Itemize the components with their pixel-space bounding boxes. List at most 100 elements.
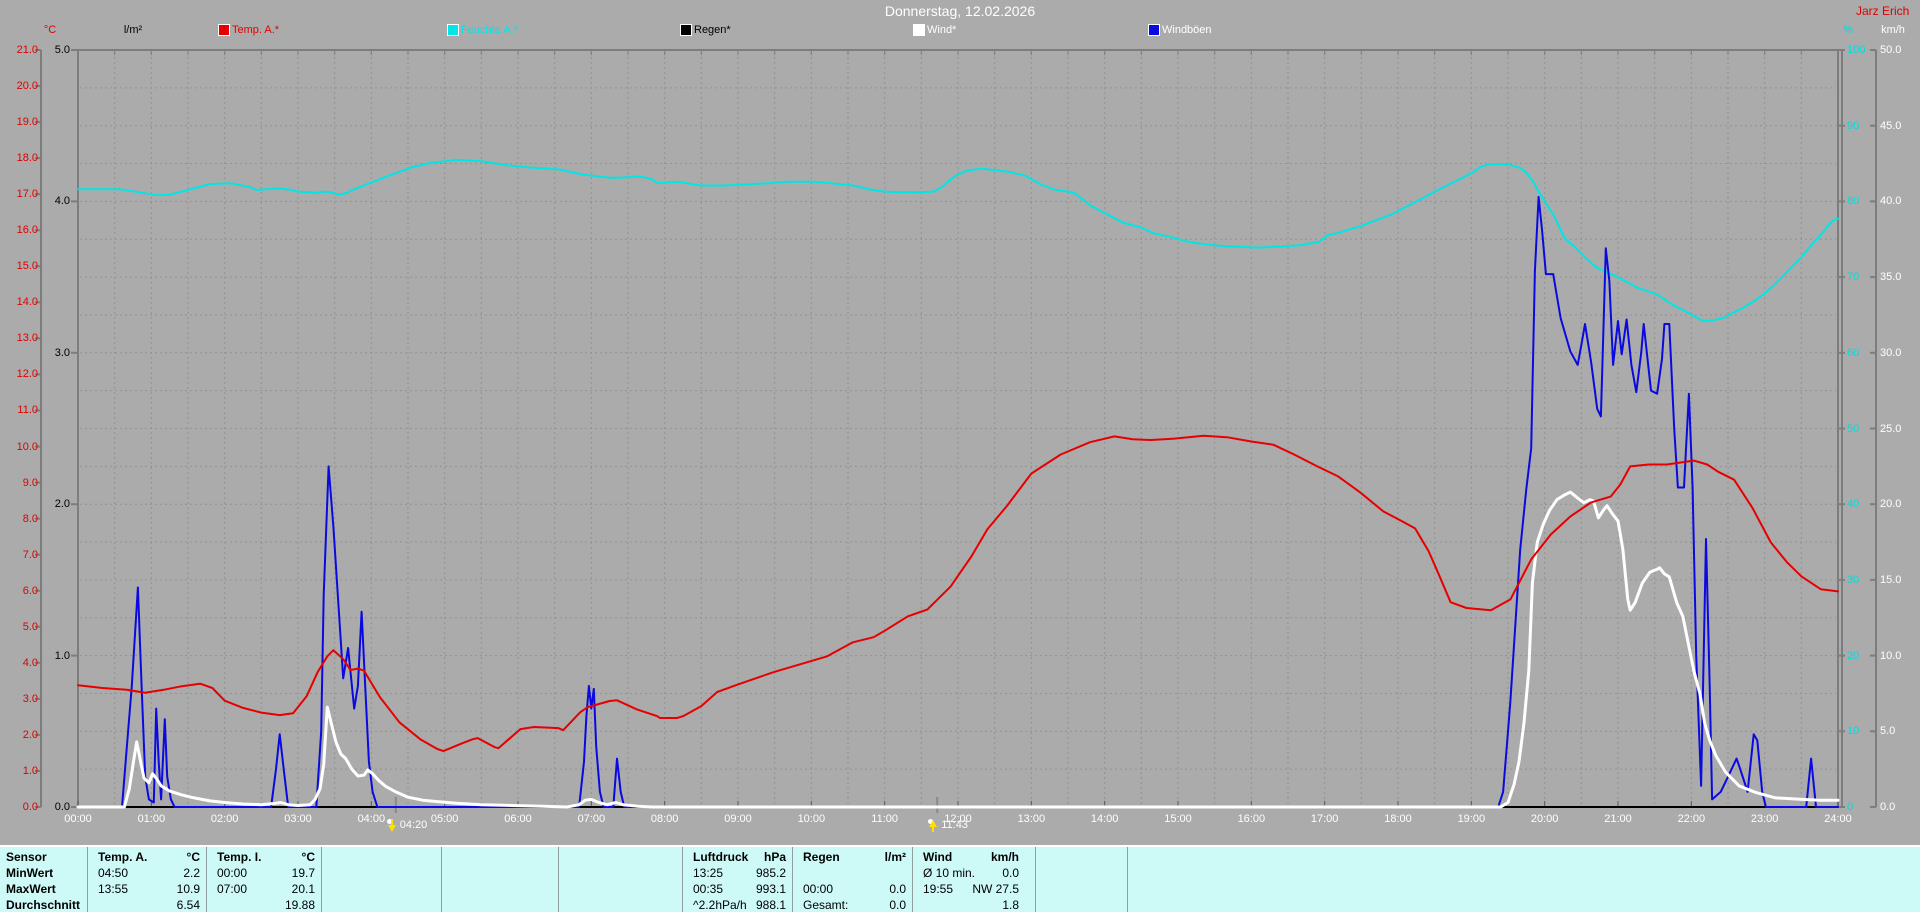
cell-left: 13:55 (98, 882, 129, 896)
temp-tick-label: 1.0 (22, 764, 38, 777)
column-unit: °C (301, 850, 315, 864)
cell-value: 0.0 (1002, 866, 1019, 880)
column-empty-8 (1036, 847, 1128, 912)
temp-tick-label: 16.0 (16, 224, 38, 237)
cell-value: 985.2 (755, 866, 786, 880)
column-header: Temp. I. (217, 850, 262, 864)
wind-tick-label: 50.0 (1880, 44, 1902, 56)
cell-left: Ø 10 min. (923, 866, 976, 880)
temp-tick-label: 6.0 (22, 584, 38, 597)
cell-value: 1.8 (1002, 898, 1019, 912)
wind-tick-label: 15.0 (1880, 573, 1902, 586)
time-tick-label: 16:00 (1237, 813, 1266, 825)
time-tick-label: 20:00 (1530, 813, 1559, 825)
temp-tick-label: 17.0 (16, 188, 38, 201)
table-row: 04:50 2.2 (88, 865, 206, 881)
column-header: Luftdruck (693, 850, 749, 864)
column-header: Sensor (6, 850, 47, 864)
column-regen: Regen l/m² 00:00 0.0 Gesamt: 0.0 (793, 847, 913, 912)
humidity-tick-label: 70 (1847, 271, 1860, 284)
time-tick-label: 21:00 (1604, 813, 1632, 825)
table-row: Wind km/h (913, 849, 1035, 865)
table-row: 00:00 19.7 (207, 865, 321, 881)
rain-tick-label: 3.0 (54, 346, 70, 359)
column-temp-i-: Temp. I. °C 00:00 19.7 07:00 20.1 19.88 (207, 847, 322, 912)
chart-canvas (35, 49, 1877, 813)
table-row (1036, 881, 1127, 897)
cell-left: 19:55 (923, 882, 954, 896)
time-tick-label: 14:00 (1090, 813, 1119, 825)
temp-tick-label: 7.0 (22, 548, 38, 561)
cell-left: Gesamt: (803, 898, 849, 912)
temp-tick-label: 9.0 (22, 476, 38, 489)
table-row: MaxWert (0, 881, 87, 897)
table-row (1036, 849, 1127, 865)
table-row: 07:00 20.1 (207, 881, 321, 897)
table-row: Luftdruck hPa (683, 849, 792, 865)
column-unit: hPa (763, 850, 786, 864)
table-row (442, 897, 558, 912)
weather-chart-window: Donnerstag, 12.02.2026 Jarz Erich °C l/m… (0, 0, 1920, 912)
column-unit: °C (186, 850, 200, 864)
time-tick-label: 17:00 (1310, 813, 1339, 825)
table-row: Regen l/m² (793, 849, 912, 865)
table-row (1036, 865, 1127, 881)
table-row (322, 897, 441, 912)
wind-tick-label: 10.0 (1880, 649, 1902, 662)
cell-value: 20.1 (291, 882, 315, 896)
temp-tick-label: 20.0 (16, 80, 38, 93)
time-tick-label: 02:00 (210, 813, 239, 825)
table-row: Temp. A. °C (88, 849, 206, 865)
humidity-tick-label: 20 (1847, 649, 1860, 662)
cell-value: 6.54 (176, 898, 200, 912)
table-row: 19.88 (207, 897, 321, 912)
time-tick-label: 03:00 (284, 813, 312, 825)
marker-arrow-down-icon (386, 818, 398, 833)
cell-left: MinWert (6, 866, 54, 880)
cell-left: 00:00 (217, 866, 248, 880)
table-row: Ø 10 min. 0.0 (913, 865, 1035, 881)
humidity-tick-label: 30 (1847, 573, 1860, 586)
time-tick-label: 08:00 (650, 813, 679, 825)
cell-value: 19.88 (284, 898, 315, 912)
wind-tick-label: 30.0 (1880, 346, 1902, 359)
temp-tick-label: 19.0 (16, 116, 38, 129)
column-temp-a-: Temp. A. °C 04:50 2.2 13:55 10.9 6.54 (88, 847, 207, 912)
rain-tick-label: 1.0 (54, 649, 70, 662)
cell-left: 00:00 (803, 882, 834, 896)
cell-value: 19.7 (291, 866, 315, 880)
temp-tick-label: 5.0 (22, 620, 38, 633)
cell-left: 07:00 (217, 882, 248, 896)
column-empty-3 (442, 847, 559, 912)
column-wind: Wind km/h Ø 10 min. 0.0 19:55 NW 27.5 1.8 (913, 847, 1036, 912)
temp-tick-label: 4.0 (22, 656, 38, 669)
time-tick-label: 00:00 (64, 813, 92, 825)
humidity-tick-label: 50 (1847, 422, 1860, 435)
table-row: MinWert (0, 865, 87, 881)
humidity-tick-label: 100 (1847, 44, 1866, 56)
time-tick-label: 23:00 (1750, 813, 1779, 825)
wind-tick-label: 5.0 (1880, 725, 1896, 738)
table-row (322, 849, 441, 865)
table-row (1036, 897, 1127, 912)
time-tick-label: 11:00 (871, 813, 899, 825)
table-row (442, 849, 558, 865)
column-header: Regen (803, 850, 840, 864)
cell-left: ^2.2hPa/h (693, 898, 747, 912)
column-unit: l/m² (884, 850, 906, 864)
column-unit: km/h (990, 850, 1019, 864)
table-row: 00:35 993.1 (683, 881, 792, 897)
temp-tick-label: 3.0 (22, 692, 38, 705)
time-tick-label: 10:00 (797, 813, 826, 825)
column-empty-2 (322, 847, 442, 912)
humidity-tick-label: 80 (1847, 195, 1860, 208)
temp-tick-label: 21.0 (16, 44, 38, 56)
time-tick-label: 24:00 (1824, 813, 1852, 825)
table-row (322, 865, 441, 881)
temp-tick-label: 14.0 (16, 296, 38, 309)
table-row: 13:25 985.2 (683, 865, 792, 881)
cell-left: MaxWert (6, 882, 56, 896)
temp-tick-label: 11.0 (17, 404, 38, 417)
temp-tick-label: 18.0 (16, 152, 38, 165)
humidity-tick-label: 60 (1847, 346, 1860, 359)
